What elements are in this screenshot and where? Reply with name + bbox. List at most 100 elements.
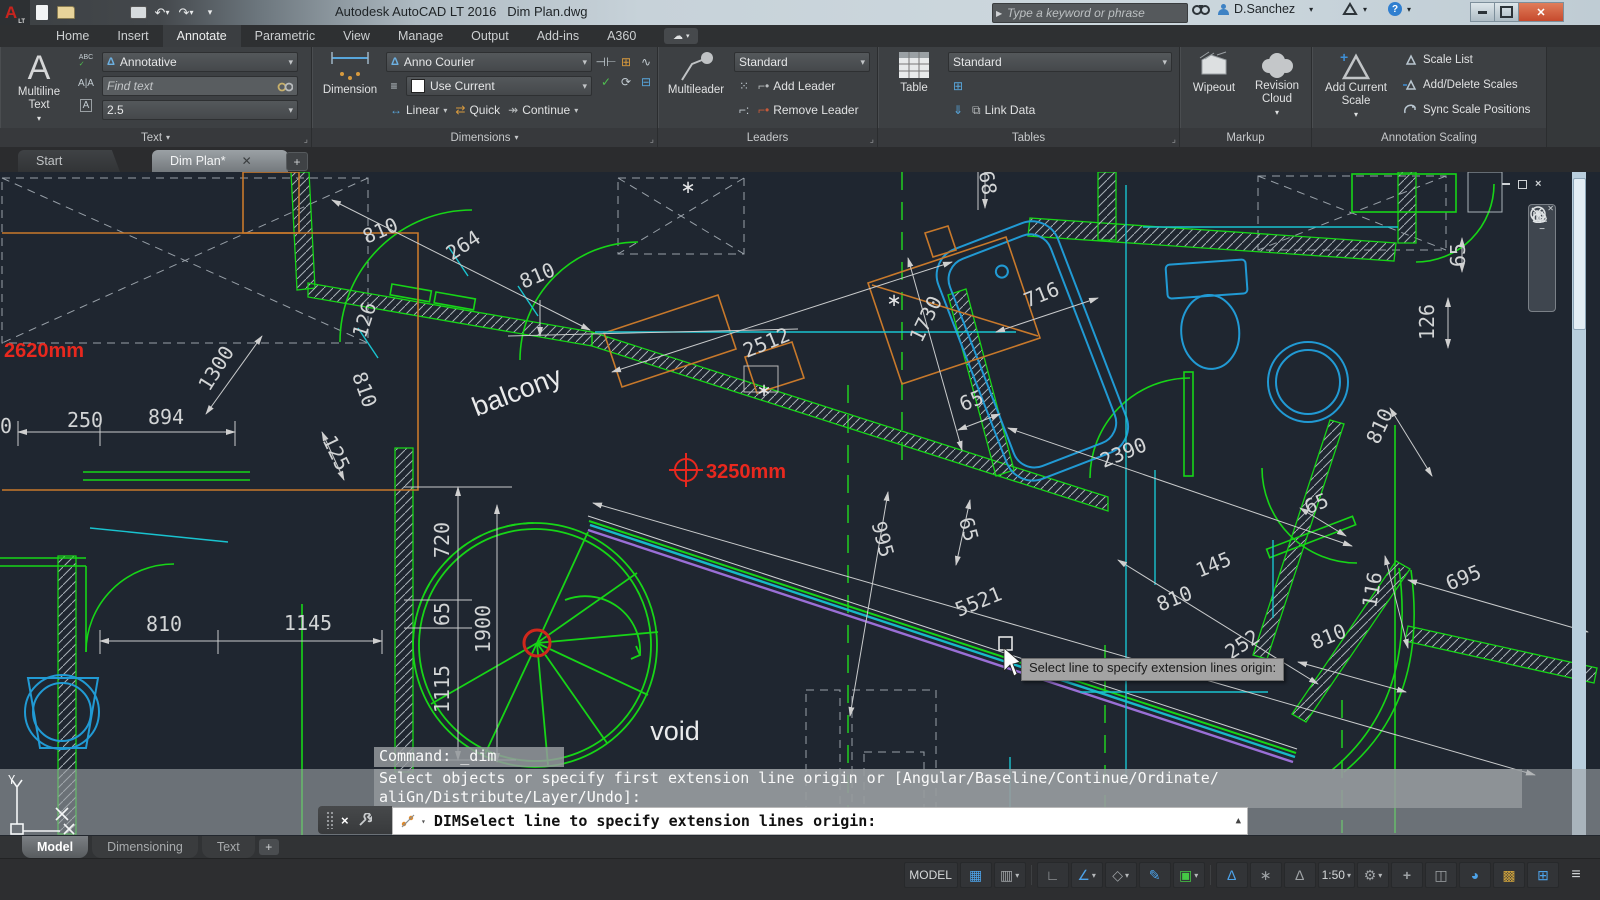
polar-tracking-button[interactable]: ∠▾ [1071, 862, 1103, 888]
dim-check-button[interactable]: ✓ [596, 72, 616, 92]
workspace-button[interactable]: ⚙▾ [1357, 862, 1389, 888]
clean-screen-button[interactable]: ⊞ [1527, 862, 1559, 888]
qat-customize-button[interactable]: ▾ [199, 2, 221, 23]
maximize-button[interactable] [1494, 2, 1519, 22]
wipeout-button[interactable]: Wipeout [1184, 50, 1244, 95]
graphics-performance-button[interactable]: ▩ [1493, 862, 1525, 888]
tab-addins[interactable]: Add-ins [523, 25, 593, 47]
undo-button[interactable]: ↶▾ [151, 2, 173, 23]
save-as-button[interactable] [103, 2, 125, 23]
panel-label-leaders[interactable]: Leaders⌟ [658, 128, 877, 147]
link-data-button[interactable]: ⧉Link Data [968, 100, 1039, 120]
plot-button[interactable] [127, 2, 149, 23]
user-dropdown-icon[interactable]: ▾ [1309, 5, 1313, 14]
tab-annotate[interactable]: Annotate [163, 25, 241, 47]
panel-label-markup[interactable]: Markup [1180, 128, 1311, 147]
find-text-input[interactable]: Find text [102, 76, 298, 96]
isolate-objects-button[interactable]: ◫ [1425, 862, 1457, 888]
file-tab-dimplan[interactable]: Dim Plan*✕ [152, 150, 288, 172]
hardware-acceleration-button[interactable]: ◕ [1459, 862, 1491, 888]
new-button[interactable] [31, 2, 53, 23]
new-layout-button[interactable]: + [259, 839, 279, 855]
download-from-source-button[interactable]: ⇓ [948, 100, 968, 120]
multiline-text-button[interactable]: A Multiline Text▾ [6, 50, 72, 125]
dwg-close-icon[interactable]: × [1535, 178, 1541, 190]
drawing-area[interactable]: 810 264 810 126 1300 810 250 894 0 125 2… [0, 172, 1600, 835]
table-style-combo[interactable]: Standard▾ [948, 52, 1172, 72]
search-button[interactable] [1192, 2, 1210, 16]
dim-layer-combo[interactable]: Use Current▾ [406, 76, 592, 96]
text-style-combo[interactable]: Δ Annotative▾ [102, 52, 298, 72]
signin-user[interactable]: D.Sanchez ▾ [1218, 2, 1313, 16]
navbar-collapse-icon[interactable]: − [1539, 224, 1545, 235]
search-input[interactable]: ▶ Type a keyword or phrase [992, 3, 1188, 23]
tab-parametric[interactable]: Parametric [241, 25, 329, 47]
tab-insert[interactable]: Insert [103, 25, 162, 47]
find-binoculars-icon[interactable] [277, 79, 293, 93]
break-dim-button[interactable]: ⊣⊢ [596, 52, 616, 72]
command-options-icon[interactable]: ▾ [421, 817, 426, 826]
panel-launcher-icon[interactable]: ⌟ [650, 134, 654, 145]
mleader-style-combo[interactable]: Standard▾ [734, 52, 870, 72]
snap-button[interactable]: ▥▾ [994, 862, 1026, 888]
text-height-button[interactable]: A|A [76, 73, 96, 93]
text-height-combo[interactable]: 2.5▾ [102, 100, 298, 120]
search-toggle-icon[interactable]: ▶ [996, 9, 1002, 18]
extract-data-button[interactable]: ⊞ [948, 76, 968, 96]
dwg-minimize-icon[interactable] [1502, 183, 1510, 185]
mleader-collect-icon[interactable]: ⁙ [734, 76, 754, 96]
open-button[interactable] [55, 2, 77, 23]
autocad-logo-icon[interactable]: ALT [0, 0, 30, 25]
zoom-extents-icon[interactable] [1529, 205, 1547, 223]
add-current-scale-button[interactable]: + Add Current Scale▾ [1318, 50, 1394, 121]
annotation-visibility-button[interactable]: Δ [1216, 862, 1248, 888]
annotation-scale-button[interactable]: Δ [1284, 862, 1316, 888]
jog-line-button[interactable]: ∿ [636, 52, 656, 72]
minimize-button[interactable] [1470, 2, 1495, 22]
quick-dim-button[interactable]: ⇄Quick [451, 100, 504, 120]
current-scale-button[interactable]: 1:50▾ [1318, 862, 1355, 888]
layout-tab-text[interactable]: Text [202, 836, 255, 858]
scale-list-button[interactable]: Scale List [1402, 53, 1473, 66]
featured-apps-button[interactable]: ☁▾ [664, 28, 698, 44]
panel-launcher-icon[interactable]: ⌟ [1172, 134, 1176, 145]
multileader-button[interactable]: Multileader [664, 50, 728, 97]
wrench-icon[interactable] [357, 813, 372, 828]
adjust-space-button[interactable]: ⊞ [616, 52, 636, 72]
dimension-button[interactable]: Dimension [320, 50, 380, 97]
navigation-bar[interactable]: ✕ 2D ▾ − [1528, 204, 1556, 312]
panel-launcher-icon[interactable]: ⌟ [870, 134, 874, 145]
vertical-scrollbar[interactable] [1572, 172, 1586, 835]
customization-menu-button[interactable]: ≡ [1561, 863, 1591, 887]
redo-button[interactable]: ↷▾ [175, 2, 197, 23]
remove-leader-button[interactable]: ⌐•Remove Leader [754, 100, 863, 120]
revision-cloud-button[interactable]: Revision Cloud▾ [1246, 50, 1308, 119]
add-delete-scales-button[interactable]: Add/Delete Scales [1402, 78, 1518, 91]
dim-update-button[interactable]: ⟳ [616, 72, 636, 92]
spell-check-button[interactable]: ABC✓ [76, 51, 96, 71]
object-snap-button[interactable]: ▣▾ [1173, 862, 1205, 888]
panel-label-tables[interactable]: Tables⌟ [878, 128, 1179, 147]
panel-label-annotation-scaling[interactable]: Annotation Scaling [1312, 128, 1546, 147]
autoscale-button[interactable]: ∗ [1250, 862, 1282, 888]
tab-close-icon[interactable]: ✕ [242, 154, 252, 168]
object-snap-tracking-button[interactable]: ✎ [1139, 862, 1171, 888]
command-bar-handle[interactable]: × [318, 806, 392, 834]
tab-view[interactable]: View [329, 25, 384, 47]
ortho-button[interactable]: ∟ [1037, 862, 1069, 888]
add-leader-button[interactable]: ⌐•Add Leader [754, 76, 839, 96]
tab-manage[interactable]: Manage [384, 25, 457, 47]
layout-tab-model[interactable]: Model [22, 836, 88, 858]
model-space-button[interactable]: MODEL [904, 862, 958, 888]
scrollbar-thumb[interactable] [1573, 178, 1586, 330]
isometric-drafting-button[interactable]: ◇▾ [1105, 862, 1137, 888]
panel-label-dimensions[interactable]: Dimensions▾⌟ [312, 128, 657, 147]
command-close-icon[interactable]: × [341, 813, 349, 828]
panel-launcher-icon[interactable]: ⌟ [304, 134, 308, 145]
save-button[interactable] [79, 2, 101, 23]
dim-style-combo[interactable]: Δ Anno Courier▾ [386, 52, 592, 72]
sync-scale-positions-button[interactable]: Sync Scale Positions [1402, 103, 1530, 116]
floor-plan-drawing[interactable]: 810 264 810 126 1300 810 250 894 0 125 2… [0, 172, 1600, 835]
annotation-monitor-button[interactable]: + [1391, 862, 1423, 888]
layout-tab-dimensioning[interactable]: Dimensioning [92, 836, 198, 858]
